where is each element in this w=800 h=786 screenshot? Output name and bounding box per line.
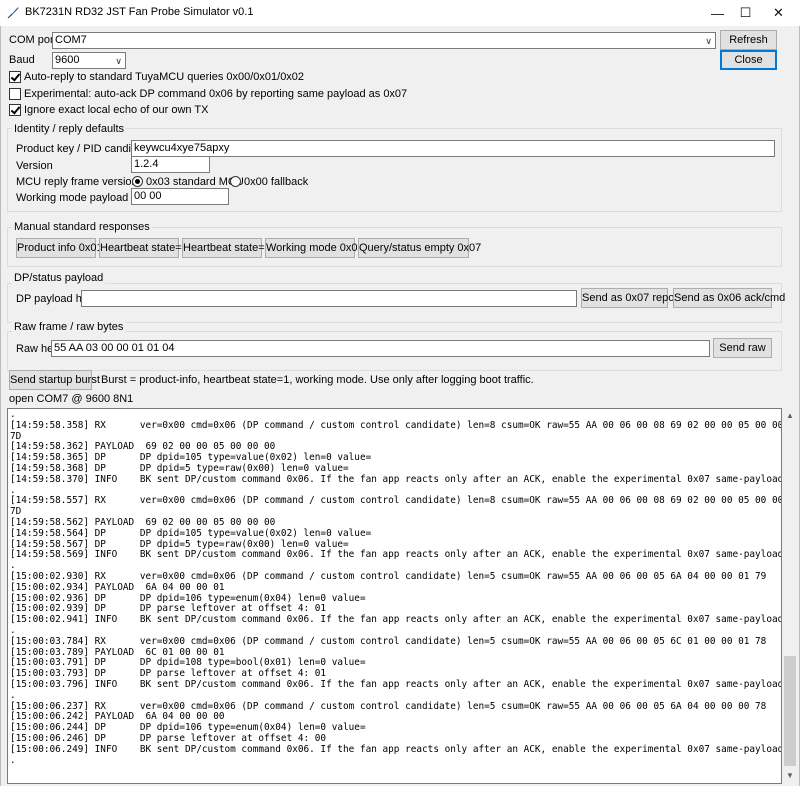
raw-frame-title: Raw frame / raw bytes: [12, 320, 126, 334]
auto-reply-label: Auto-reply to standard TuyaMCU queries 0…: [24, 71, 305, 83]
baud-select[interactable]: 9600 ∨: [52, 52, 126, 69]
com-port-label: COM port: [9, 34, 57, 46]
log-line: [15:00:02.941] INFO BK sent DP/custom co…: [10, 614, 782, 626]
refresh-button[interactable]: Refresh: [720, 30, 777, 50]
log-line: [14:59:58.358] RX ver=0x00 cmd=0x06 (DP …: [10, 419, 782, 431]
close-window-button[interactable]: ✕: [762, 0, 795, 26]
raw-hex-input[interactable]: 55 AA 03 00 00 01 01 04: [51, 340, 710, 357]
frame-version-label: MCU reply frame version: [16, 176, 138, 188]
send-raw-button[interactable]: Send raw: [713, 338, 772, 358]
auto-reply-checkbox[interactable]: [9, 71, 21, 83]
com-port-value: COM7: [55, 34, 87, 46]
heartbeat-state0-button[interactable]: Heartbeat state=0: [99, 238, 188, 258]
chevron-down-icon: ∨: [705, 36, 712, 46]
chevron-down-icon: ∨: [115, 56, 122, 66]
manual-responses-title: Manual standard responses: [12, 220, 152, 234]
startup-hint: Burst = product-info, heartbeat state=1,…: [101, 374, 534, 386]
title-bar: BK7231N RD32 JST Fan Probe Simulator v0.…: [0, 0, 800, 26]
identity-group-title: Identity / reply defaults: [12, 122, 127, 136]
window-title: BK7231N RD32 JST Fan Probe Simulator v0.…: [25, 6, 254, 18]
close-icon: ✕: [773, 5, 784, 20]
log-scrollbar[interactable]: ▲ ▼: [782, 408, 798, 784]
experimental-ack-label: Experimental: auto-ack DP command 0x06 b…: [24, 88, 408, 100]
product-info-button[interactable]: Product info 0x01: [16, 238, 103, 258]
log-line: [14:59:58.557] RX ver=0x00 cmd=0x06 (DP …: [10, 495, 782, 507]
log-line: [14:59:58.564] DP DP dpid=105 type=value…: [10, 527, 372, 539]
send-0x06-ack-button[interactable]: Send as 0x06 ack/cmd: [673, 288, 785, 308]
ignore-echo-checkbox[interactable]: [9, 104, 21, 116]
scroll-up-icon[interactable]: ▲: [782, 408, 798, 424]
close-port-button[interactable]: Close: [720, 50, 777, 70]
scrollbar-thumb[interactable]: [784, 656, 796, 766]
com-port-select[interactable]: COM7 ∨: [52, 32, 716, 49]
dp-status-title: DP/status payload: [12, 271, 106, 285]
frame-version-fallback-label: 0x00 fallback: [244, 176, 309, 188]
version-input[interactable]: 1.2.4: [131, 156, 210, 173]
log-line: .: [10, 689, 16, 701]
send-startup-burst-button[interactable]: Send startup burst: [9, 370, 100, 390]
heartbeat-state1-button[interactable]: Heartbeat state=1: [182, 238, 271, 258]
working-mode-button[interactable]: Working mode 0x02: [265, 238, 364, 258]
frame-version-radio-standard[interactable]: [132, 176, 143, 187]
log-line: [14:59:58.370] INFO BK sent DP/custom co…: [10, 473, 782, 485]
log-line: [15:00:06.249] INFO BK sent DP/custom co…: [10, 743, 782, 755]
maximize-icon: ☐: [739, 5, 752, 20]
log-line: [15:00:03.784] RX ver=0x00 cmd=0x06 (DP …: [10, 635, 767, 647]
working-mode-input[interactable]: 00 00: [131, 188, 229, 205]
log-line: [15:00:03.796] INFO BK sent DP/custom co…: [10, 678, 782, 690]
scroll-down-icon[interactable]: ▼: [782, 768, 798, 784]
query-status-button[interactable]: Query/status empty 0x07: [358, 238, 481, 258]
log-line: [14:59:58.569] INFO BK sent DP/custom co…: [10, 549, 782, 561]
version-label: Version: [16, 160, 53, 172]
send-0x07-report-button[interactable]: Send as 0x07 report: [581, 288, 681, 308]
feather-icon: [7, 7, 19, 19]
frame-version-radio-fallback[interactable]: [230, 176, 241, 187]
log-lines: . [14:59:58.358] RX ver=0x00 cmd=0x06 (DP…: [10, 409, 782, 766]
ignore-echo-label: Ignore exact local echo of our own TX: [24, 104, 209, 116]
log-textarea[interactable]: . [14:59:58.358] RX ver=0x00 cmd=0x06 (DP…: [7, 408, 782, 784]
working-mode-label: Working mode payload: [16, 192, 129, 204]
experimental-ack-checkbox[interactable]: [9, 88, 21, 100]
maximize-button[interactable]: ☐: [729, 0, 762, 26]
log-line: [15:00:02.934] PAYLOAD 6A 04 00 00 01: [10, 581, 225, 593]
minimize-icon: —: [711, 5, 724, 21]
baud-value: 9600: [55, 54, 80, 66]
baud-label: Baud: [9, 54, 35, 66]
dp-payload-input[interactable]: [81, 290, 577, 307]
product-key-input[interactable]: keywcu4xye75apxy: [131, 140, 775, 157]
log-line: .: [10, 754, 16, 766]
connection-status: open COM7 @ 9600 8N1: [9, 393, 134, 405]
main-window: COM port COM7 ∨ Refresh Baud 9600 ∨ Clos…: [0, 26, 800, 786]
